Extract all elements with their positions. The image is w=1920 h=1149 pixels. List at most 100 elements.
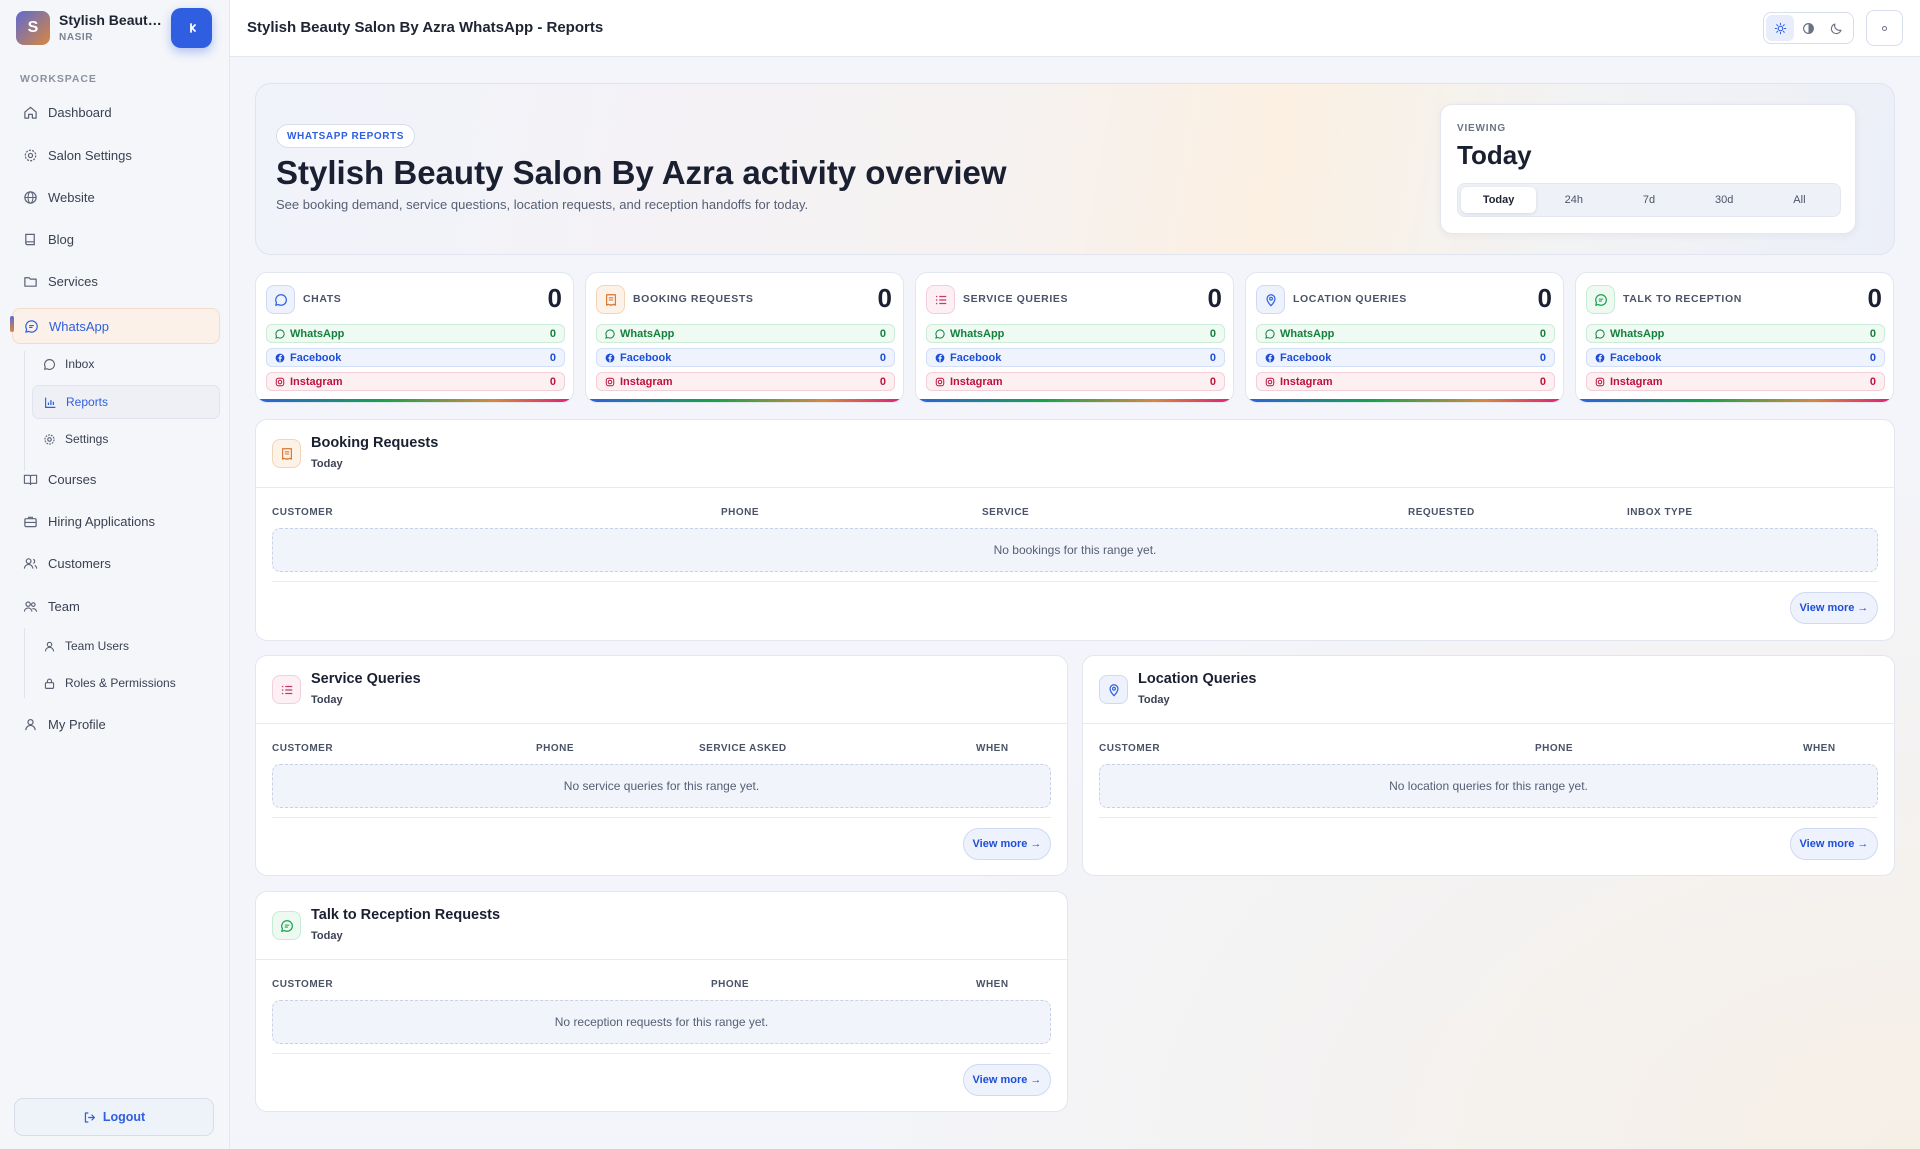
whatsapp-icon: [605, 328, 615, 339]
sidebar-item-blog[interactable]: Blog: [12, 224, 220, 254]
home-icon: [22, 104, 38, 120]
panel-title: Service Queries: [311, 671, 421, 687]
moon-icon: [1830, 22, 1842, 34]
whatsapp-icon: [275, 328, 285, 339]
channel-row-instagram: Instagram 0: [1256, 372, 1555, 391]
panel-footer-divider: [272, 1053, 1051, 1054]
page-title: Stylish Beauty Salon By Azra WhatsApp - …: [247, 19, 604, 36]
channel-label: WhatsApp: [290, 327, 345, 340]
briefcase-icon: [22, 513, 38, 529]
stat-card-location-queries: LOCATION QUERIES 0 WhatsApp 0 Facebook 0 I…: [1245, 272, 1564, 403]
sidebar-item-team[interactable]: Team: [12, 591, 220, 621]
receipt-icon: [272, 439, 301, 468]
column-header-phone: PHONE: [711, 979, 750, 990]
sidebar-item-services[interactable]: Services: [12, 266, 220, 296]
view-more-button[interactable]: View more →: [1790, 828, 1878, 860]
booking-requests-panel: Booking Requests Today CUSTOMER PHONE SE…: [255, 419, 1895, 641]
sidebar-item-whatsapp[interactable]: WhatsApp: [10, 308, 220, 344]
column-header-when: WHEN: [1803, 743, 1836, 754]
channel-label: Facebook: [1280, 351, 1332, 364]
stat-total: 0: [1867, 283, 1882, 313]
sidebar-item-website[interactable]: Website: [12, 182, 220, 212]
stat-label: TALK TO RECEPTION: [1623, 293, 1742, 305]
sidebar-item-hiring-applications[interactable]: Hiring Applications: [12, 506, 220, 536]
open-book-icon: [22, 471, 38, 487]
theme-contrast-button[interactable]: [1794, 15, 1822, 41]
view-more-button[interactable]: View more →: [963, 1064, 1051, 1096]
logout-button[interactable]: Logout: [14, 1098, 214, 1136]
sidebar-subitem-inbox[interactable]: Inbox: [32, 348, 220, 380]
chevron-left-icon: [189, 23, 196, 33]
hero-banner: WHATSAPP REPORTS Stylish Beauty Salon By…: [255, 83, 1895, 255]
channel-count: 0: [1209, 375, 1216, 388]
team-icon: [22, 598, 38, 614]
sidebar-subitem-settings[interactable]: Settings: [32, 423, 220, 455]
column-header-inbox-type: INBOX TYPE: [1627, 507, 1693, 518]
location-queries-panel: Location Queries Today CUSTOMER PHONE WH…: [1082, 655, 1895, 876]
user-avatar-icon: [1882, 25, 1887, 31]
sidebar-subitem-label: Roles & Permissions: [65, 676, 176, 690]
channel-label: Instagram: [1610, 375, 1663, 388]
channel-count: 0: [1869, 351, 1876, 364]
sidebar-item-label: My Profile: [48, 716, 106, 732]
view-more-button[interactable]: View more →: [963, 828, 1051, 860]
stat-card-talk-to-reception: TALK TO RECEPTION 0 WhatsApp 0 Facebook 0 …: [1575, 272, 1894, 403]
book-icon: [22, 231, 38, 247]
bar-chart-icon: [43, 395, 57, 409]
collapse-sidebar-button[interactable]: [171, 8, 212, 48]
theme-dark-button[interactable]: [1822, 15, 1850, 41]
theme-switcher: [1763, 12, 1854, 44]
panel-divider: [256, 487, 1894, 488]
instagram-icon: [275, 377, 285, 387]
chat-icon: [23, 318, 39, 334]
channel-count: 0: [879, 327, 886, 340]
view-more-button[interactable]: View more →: [1790, 592, 1878, 624]
range-tab-24h[interactable]: 24h: [1536, 187, 1611, 213]
user-menu-button[interactable]: [1866, 10, 1903, 46]
sidebar-item-my-profile[interactable]: My Profile: [12, 709, 220, 739]
channel-row-facebook: Facebook 0: [596, 348, 895, 367]
team-subnav-line: [24, 628, 25, 698]
panel-title: Talk to Reception Requests: [311, 907, 501, 923]
channel-count: 0: [549, 351, 556, 364]
range-tab-all[interactable]: All: [1762, 187, 1837, 213]
sidebar-item-customers[interactable]: Customers: [12, 548, 220, 578]
sidebar-item-salon-settings[interactable]: Salon Settings: [12, 140, 220, 170]
empty-state: No location queries for this range yet.: [1099, 764, 1878, 808]
column-header-when: WHEN: [976, 743, 1009, 754]
column-header-requested: REQUESTED: [1408, 507, 1475, 518]
chat-lines-icon: [1586, 285, 1615, 314]
top-bar: Stylish Beauty Salon By Azra WhatsApp - …: [230, 0, 1920, 57]
viewing-range-card: VIEWING Today Today 24h 7d 30d All: [1440, 104, 1856, 234]
range-tab-30d[interactable]: 30d: [1687, 187, 1762, 213]
range-tab-7d[interactable]: 7d: [1611, 187, 1686, 213]
chat-lines-icon: [272, 911, 301, 940]
range-tab-today[interactable]: Today: [1461, 187, 1537, 213]
chat-bubble-icon: [42, 357, 56, 371]
channel-label: Facebook: [950, 351, 1002, 364]
sidebar-item-courses[interactable]: Courses: [12, 464, 220, 494]
panel-title: Location Queries: [1138, 671, 1257, 687]
workspace-section-label: WORKSPACE: [20, 73, 97, 85]
column-header-service: SERVICE: [982, 507, 1030, 518]
channel-label: Facebook: [620, 351, 672, 364]
channel-row-whatsapp: WhatsApp 0: [266, 324, 565, 343]
sidebar-item-label: Customers: [48, 555, 111, 571]
sidebar-subitem-team-users[interactable]: Team Users: [32, 630, 220, 662]
user-icon: [22, 716, 38, 732]
sidebar-subitem-label: Reports: [66, 395, 109, 409]
channel-row-whatsapp: WhatsApp 0: [596, 324, 895, 343]
sidebar: S Stylish Beauty Salon By Azra NASIR WOR…: [0, 0, 230, 1149]
sidebar-subitem-roles-permissions[interactable]: Roles & Permissions: [32, 667, 220, 699]
stat-label: SERVICE QUERIES: [963, 293, 1069, 305]
sidebar-item-label: Website: [48, 189, 95, 205]
channel-count: 0: [549, 375, 556, 388]
stat-total: 0: [1537, 283, 1552, 313]
panel-divider: [256, 959, 1067, 960]
channel-label: Instagram: [290, 375, 343, 388]
theme-light-button[interactable]: [1766, 15, 1794, 41]
channel-row-whatsapp: WhatsApp 0: [1256, 324, 1555, 343]
sidebar-item-dashboard[interactable]: Dashboard: [12, 97, 220, 127]
sidebar-subitem-label: Settings: [65, 432, 109, 446]
sidebar-subitem-reports[interactable]: Reports: [32, 385, 220, 419]
